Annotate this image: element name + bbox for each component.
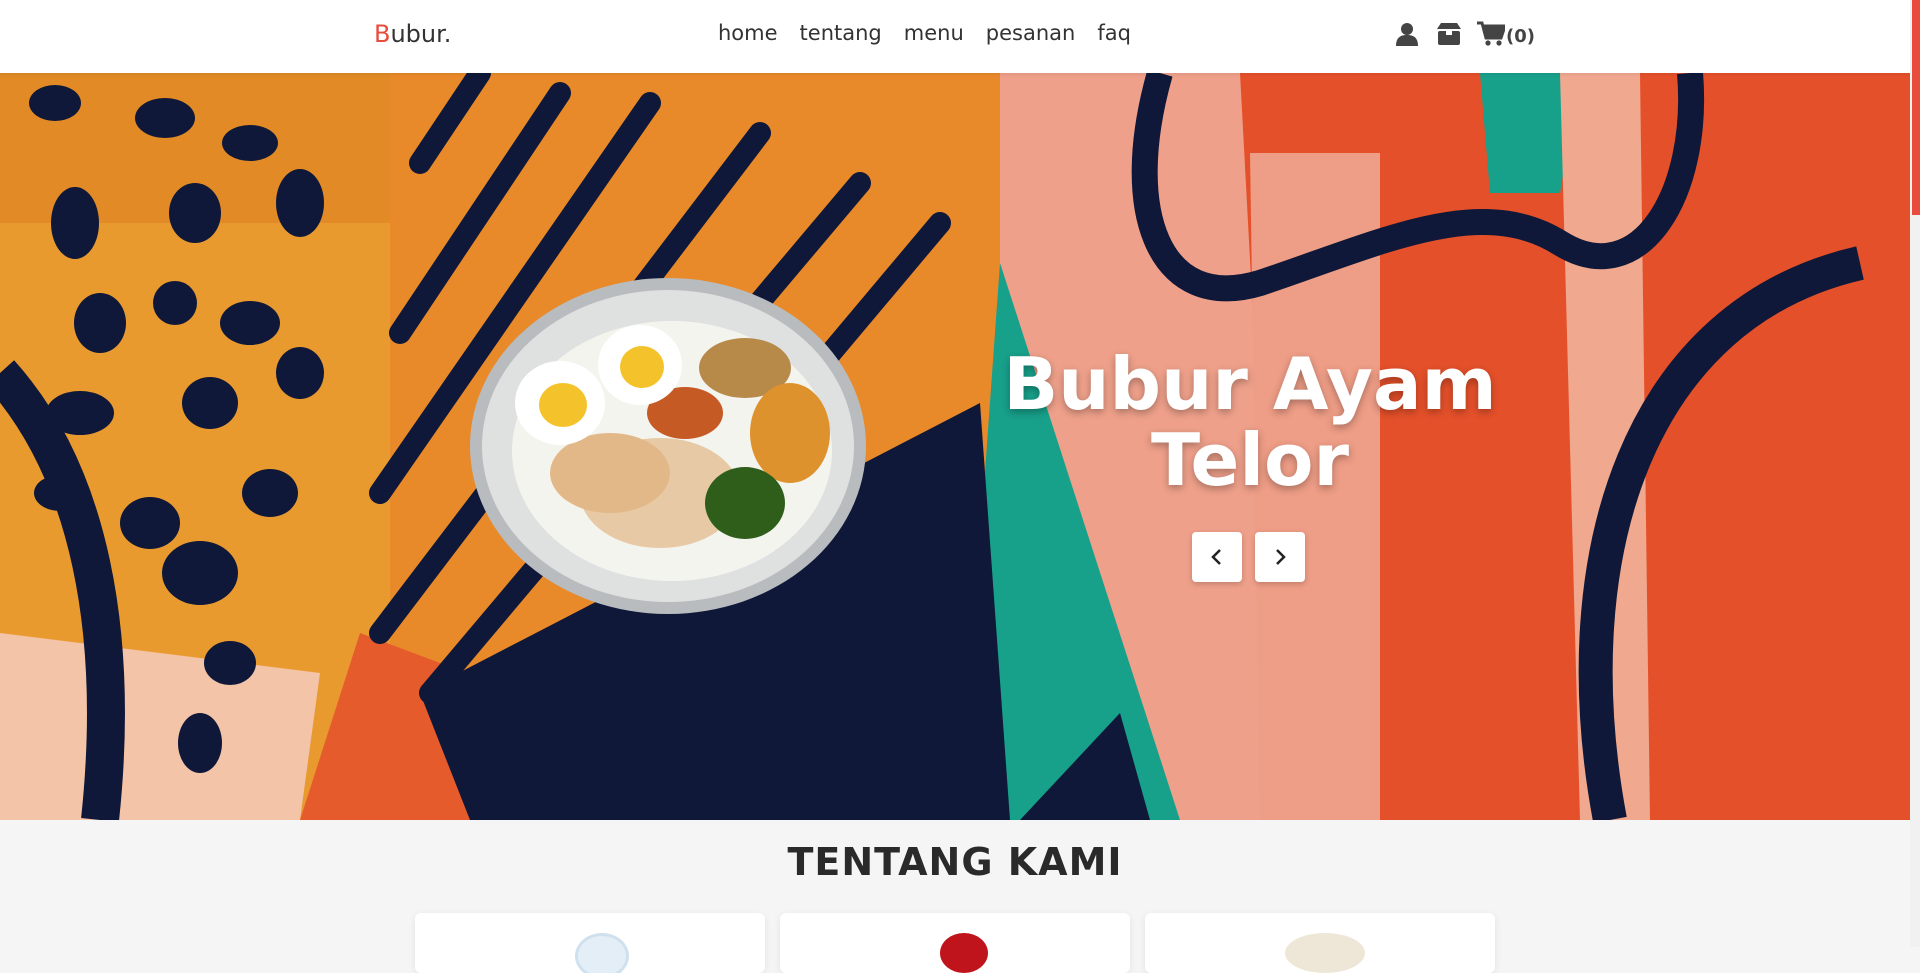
slide-title: Bubur Ayam Telor xyxy=(960,346,1540,498)
about-card-3 xyxy=(1145,913,1495,973)
about-card-image xyxy=(940,933,988,973)
about-card-1 xyxy=(415,913,765,973)
chevron-left-icon xyxy=(1211,549,1221,565)
hero-slider: Bubur Ayam Telor xyxy=(0,73,1910,820)
slider-prev-button[interactable] xyxy=(1192,532,1242,582)
logo-first-letter: B xyxy=(374,20,391,48)
logo[interactable]: Bubur. xyxy=(374,20,451,48)
nav-icons: (0) xyxy=(1393,20,1535,48)
about-card-2 xyxy=(780,913,1130,973)
slide-title-line1: Bubur Ayam xyxy=(1003,342,1497,426)
bubur-bowl-image xyxy=(470,278,866,614)
nav-links: home tentang menu pesanan faq xyxy=(718,21,1131,45)
cart-count: (0) xyxy=(1506,25,1535,47)
about-title: TENTANG KAMI xyxy=(787,840,1123,884)
cart-button[interactable]: (0) xyxy=(1477,21,1535,47)
slider-next-button[interactable] xyxy=(1255,532,1305,582)
scrollbar-thumb[interactable] xyxy=(1912,0,1920,215)
page-scrollbar[interactable] xyxy=(1910,0,1920,947)
slide-title-line2: Telor xyxy=(1150,418,1350,502)
cart-icon xyxy=(1477,21,1505,46)
user-icon[interactable] xyxy=(1393,20,1421,48)
about-card-image xyxy=(575,933,629,973)
about-card-image xyxy=(1285,933,1365,973)
nav-link-menu[interactable]: menu xyxy=(904,21,964,45)
nav-link-tentang[interactable]: tentang xyxy=(800,21,882,45)
logo-text: ubur. xyxy=(390,20,452,48)
chevron-right-icon xyxy=(1276,549,1286,565)
box-icon[interactable] xyxy=(1435,20,1463,48)
nav-link-home[interactable]: home xyxy=(718,21,778,45)
nav-link-faq[interactable]: faq xyxy=(1097,21,1131,45)
navbar: Bubur. home tentang menu pesanan faq (0) xyxy=(0,0,1910,73)
nav-link-pesanan[interactable]: pesanan xyxy=(986,21,1076,45)
hero-background xyxy=(0,73,1910,820)
